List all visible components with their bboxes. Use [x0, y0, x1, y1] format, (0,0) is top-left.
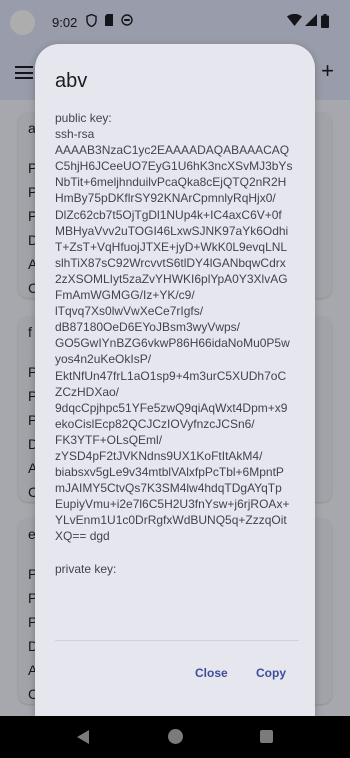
public-key-line: zYSD4pF2tJVKNdns9UX1KoFtItAkM4/ [55, 448, 263, 463]
public-key-label: public key: [55, 111, 112, 125]
dialog-title: abv [55, 70, 88, 92]
home-icon[interactable] [168, 729, 183, 744]
public-key-line: dB87180OeD6EYoJBsm3wyVwps/ [55, 320, 240, 335]
public-key-line: HmBy75pDKflrSY92KNArCpmnlyRqHjx0/ [55, 191, 276, 206]
private-key-label: private key: [55, 561, 117, 576]
public-key-line: 2zXSOMLIyt5zaZvYHWKI6plYpA0Y3XlvAG [55, 271, 288, 286]
public-key-line: MBHyaVvv2uTOGI46LxwSJNK97aYk6Odhi [55, 223, 289, 238]
scroll-divider [55, 630, 299, 641]
public-key-line: FK3YTF+OLsQEml/ [55, 432, 163, 447]
back-icon[interactable] [77, 730, 89, 744]
public-key-line: mJAIMY5CtvQs7K3SM4lw4hdqTDgAYqTp [55, 481, 282, 496]
dialog-body: public key: ssh-rsa AAAAB3NzaC1yc2EAAAAD… [55, 110, 299, 577]
recents-icon[interactable] [260, 730, 273, 743]
public-key-line: ekoCislEcp82QCJCzIOVyfnzcJCSn6/ [55, 416, 255, 431]
public-key-line: EupiyVmu+i2e7l6C5H2U3fnYsw+j6rjROAx+ [55, 497, 290, 512]
public-key-line: T+ZsT+VqHfuojJTXE+jyD+WkK0L9evqLNL [55, 239, 288, 254]
close-button[interactable]: Close [195, 666, 228, 680]
public-key-line: lTqvq7Xs0lwVwXeCe7rIgfs/ [55, 304, 204, 319]
public-key-line: ssh-rsa [55, 127, 95, 142]
public-key-line: GO5GwIYnBZG6vkwP86H66idaNoMu0P5w [55, 336, 290, 351]
copy-button[interactable]: Copy [256, 666, 286, 680]
public-key-line: FmAmWGMGG/Iz+YK/c9/ [55, 288, 195, 303]
public-key-line: ZCzHDXao/ [55, 384, 120, 399]
public-key-line: DlZc62cb7t5OjTgDl1NUp4k+IC4axC6V+0f [55, 207, 282, 222]
public-key-line: YLvEnm1U1c0DrRgfxWdBUNQ5q+ZzzqOit [55, 513, 287, 528]
public-key-line: biabsxv5gLe9v34mtblVAlxfpPcTbl+6MpntP [55, 465, 284, 480]
public-key-line: XQ== dgd [55, 529, 110, 544]
public-key-line: C5hjH6JCeeUO7EyG1U6hK3ncXSvMJ3bYs [55, 159, 293, 174]
public-key-line: EktNfUn47frL1aO1sp9+4m3urC5XUDh7oC [55, 368, 287, 383]
public-key-line: NbTit+6meljhnduilvPcaQka8cEjQTQ2nR2H [55, 175, 287, 190]
public-key-line: yos4n2uKeOkIsP/ [55, 352, 152, 367]
key-dialog: abv public key: ssh-rsa AAAAB3NzaC1yc2EA… [35, 44, 315, 716]
public-key-line: 9dqcCpjhpc51YFe5zwQ9qiAqWxt4Dpm+x9 [55, 400, 288, 415]
public-key-line: AAAAB3NzaC1yc2EAAAADAQABAAACAQ [55, 143, 290, 158]
public-key-line: slhTiX87sC92WrcvvtS6tlDY4lGANbqwCdrx [55, 255, 286, 270]
system-nav-bar [0, 716, 350, 758]
app-screen: 9:02 + a P P P D A C f P P P D A C e P P… [0, 0, 350, 716]
